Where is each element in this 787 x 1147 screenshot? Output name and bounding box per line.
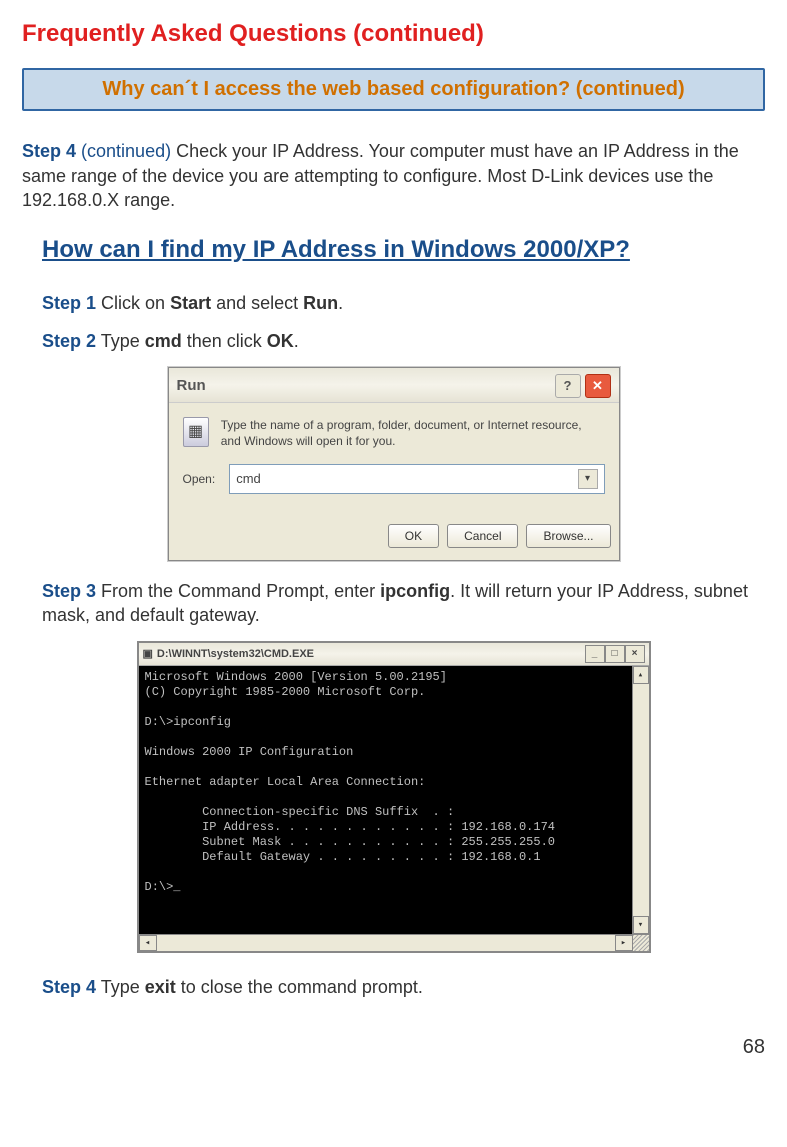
run-description: Type the name of a program, folder, docu…: [221, 417, 605, 449]
step2-bold-cmd: cmd: [145, 331, 182, 351]
scroll-left-icon[interactable]: ◂: [139, 935, 157, 951]
step4-text-b: to close the command prompt.: [176, 977, 423, 997]
run-titlebar: Run ? ✕: [169, 368, 619, 403]
intro-paragraph: Step 4 (continued) Check your IP Address…: [22, 139, 765, 212]
step4-text-a: Type: [96, 977, 145, 997]
vertical-scrollbar[interactable]: ▴ ▾: [632, 666, 649, 934]
step1-paragraph: Step 1 Click on Start and select Run.: [42, 291, 765, 315]
page-title: Frequently Asked Questions (continued): [22, 18, 765, 50]
step1-text-b: and select: [211, 293, 303, 313]
step4-paragraph: Step 4 Type exit to close the command pr…: [42, 975, 765, 999]
continued-label: (continued): [76, 141, 176, 161]
run-app-icon: ▦: [183, 417, 209, 447]
step4-bold-exit: exit: [145, 977, 176, 997]
open-input[interactable]: cmd ▾: [229, 464, 604, 494]
chevron-down-icon[interactable]: ▾: [578, 469, 598, 489]
step2-text-a: Type: [96, 331, 145, 351]
step2-text-b: then click: [182, 331, 267, 351]
step3-paragraph: Step 3 From the Command Prompt, enter ip…: [42, 579, 765, 628]
ok-button[interactable]: OK: [388, 524, 439, 548]
step4-label: Step 4: [22, 141, 76, 161]
cmd-title-text: D:\WINNT\system32\CMD.EXE: [157, 647, 314, 662]
step1-text-c: .: [338, 293, 343, 313]
close-icon[interactable]: ✕: [585, 374, 611, 398]
scroll-right-icon[interactable]: ▸: [615, 935, 633, 951]
page-number: 68: [22, 1034, 765, 1061]
step1-bold-start: Start: [170, 293, 211, 313]
question-banner: Why can´t I access the web based configu…: [22, 68, 765, 111]
help-icon[interactable]: ?: [555, 374, 581, 398]
step4b-label: Step 4: [42, 977, 96, 997]
run-dialog: Run ? ✕ ▦ Type the name of a program, fo…: [168, 367, 620, 560]
step2-paragraph: Step 2 Type cmd then click OK.: [42, 329, 765, 353]
step2-label: Step 2: [42, 331, 96, 351]
step3-bold-ipconfig: ipconfig: [380, 581, 450, 601]
cmd-output: Microsoft Windows 2000 [Version 5.00.219…: [139, 666, 632, 934]
scroll-up-icon[interactable]: ▴: [633, 666, 649, 684]
step3-label: Step 3: [42, 581, 96, 601]
horizontal-scrollbar[interactable]: ◂ ▸: [139, 934, 649, 951]
scroll-down-icon[interactable]: ▾: [633, 916, 649, 934]
step1-text-a: Click on: [96, 293, 170, 313]
run-title-text: Run: [177, 376, 206, 396]
close-icon[interactable]: ×: [625, 645, 645, 663]
step1-label: Step 1: [42, 293, 96, 313]
step2-bold-ok: OK: [267, 331, 294, 351]
cmd-app-icon: ▣: [143, 647, 153, 662]
cmd-window: ▣ D:\WINNT\system32\CMD.EXE _ □ × Micros…: [137, 641, 651, 953]
maximize-icon[interactable]: □: [605, 645, 625, 663]
step1-bold-run: Run: [303, 293, 338, 313]
open-label: Open:: [183, 471, 216, 487]
minimize-icon[interactable]: _: [585, 645, 605, 663]
open-input-value: cmd: [236, 470, 261, 488]
resize-grip-icon[interactable]: [633, 935, 649, 951]
browse-button[interactable]: Browse...: [526, 524, 610, 548]
subheading: How can I find my IP Address in Windows …: [42, 234, 765, 266]
cancel-button[interactable]: Cancel: [447, 524, 518, 548]
step2-text-c: .: [294, 331, 299, 351]
cmd-titlebar: ▣ D:\WINNT\system32\CMD.EXE _ □ ×: [139, 643, 649, 666]
step3-text-a: From the Command Prompt, enter: [96, 581, 380, 601]
